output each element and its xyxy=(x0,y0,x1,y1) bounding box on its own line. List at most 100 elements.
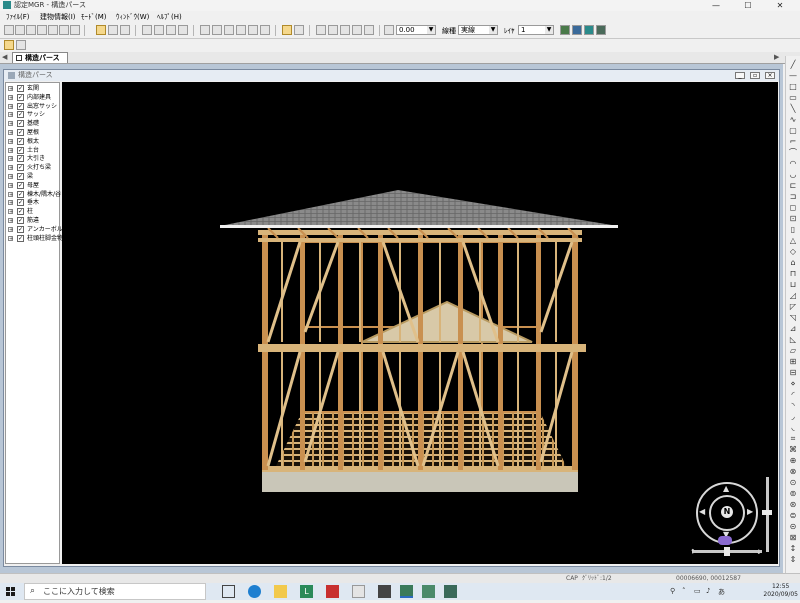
app-l-icon[interactable]: L xyxy=(300,585,313,598)
expand-icon[interactable]: + xyxy=(8,138,13,144)
zoom-out-icon[interactable] xyxy=(328,25,338,35)
ortho-icon[interactable] xyxy=(224,25,234,35)
draw-tool-icon[interactable]: □ xyxy=(788,82,798,92)
draw-tool-icon[interactable]: ⊓ xyxy=(788,269,798,279)
draw-tool-icon[interactable]: ⊏ xyxy=(788,181,798,191)
draw-tool-icon[interactable]: ⊙ xyxy=(788,478,798,488)
expand-icon[interactable]: + xyxy=(8,174,13,180)
draw-tool-icon[interactable]: ◟ xyxy=(788,423,798,433)
layer-checkbox[interactable]: ✓ xyxy=(17,155,24,163)
open-file-icon[interactable] xyxy=(15,25,25,35)
new-file-icon[interactable] xyxy=(4,25,14,35)
expand-icon[interactable]: + xyxy=(8,147,13,153)
line-icon[interactable] xyxy=(236,25,246,35)
display-icon[interactable] xyxy=(294,25,304,35)
draw-tool-icon[interactable]: ◜ xyxy=(788,390,798,400)
draw-tool-icon[interactable]: ⊿ xyxy=(788,324,798,334)
layer-checkbox[interactable]: ✓ xyxy=(17,164,24,172)
draw-tool-icon[interactable]: ◠ xyxy=(788,159,798,169)
layer-checkbox[interactable]: ✓ xyxy=(17,120,24,128)
expand-icon[interactable]: + xyxy=(8,165,13,171)
expand-icon[interactable]: + xyxy=(8,130,13,136)
arrow-icon[interactable] xyxy=(260,25,270,35)
app-active-icon[interactable] xyxy=(400,585,413,598)
layer-checkbox[interactable]: ✓ xyxy=(17,129,24,136)
draw-tool-icon[interactable]: ⌒ xyxy=(788,148,798,158)
expand-icon[interactable]: + xyxy=(8,235,13,241)
mdi-close-button[interactable]: × xyxy=(765,72,775,79)
windows-start-icon[interactable] xyxy=(2,583,20,600)
draw-tool-icon[interactable]: ∿ xyxy=(788,115,798,125)
draw-tool-icon[interactable]: ╱ xyxy=(788,60,798,70)
draw-tool-icon[interactable]: ⌐ xyxy=(788,137,798,147)
expand-icon[interactable]: + xyxy=(8,94,13,100)
draw-tool-icon[interactable]: ◡ xyxy=(788,170,798,180)
layer-checkbox[interactable]: ✓ xyxy=(17,146,24,154)
task-view-icon[interactable] xyxy=(222,585,235,598)
pick-tool-icon[interactable] xyxy=(120,25,130,35)
draw-tool-icon[interactable]: — xyxy=(788,71,798,81)
menu-file[interactable]: ﾌｧｲﾙ(F) xyxy=(6,11,30,23)
menu-help[interactable]: ﾍﾙﾌﾟ(H) xyxy=(157,11,182,23)
draw-tool-icon[interactable]: ╲ xyxy=(788,104,798,114)
app-green2-icon[interactable] xyxy=(444,585,457,598)
expand-icon[interactable]: + xyxy=(8,209,13,215)
scale-icon[interactable] xyxy=(178,25,188,35)
draw-tool-icon[interactable]: ▯ xyxy=(788,225,798,235)
color-teal-icon[interactable] xyxy=(584,25,594,35)
expand-icon[interactable]: + xyxy=(8,191,13,197)
pan-right-icon[interactable]: ▶ xyxy=(747,507,753,516)
print-icon[interactable] xyxy=(37,25,47,35)
draw-tool-icon[interactable]: ◸ xyxy=(788,302,798,312)
draw-tool-icon[interactable]: ⊗ xyxy=(788,467,798,477)
send-icon[interactable] xyxy=(70,25,80,35)
draw-tool-icon[interactable]: ◿ xyxy=(788,291,798,301)
mail-icon[interactable] xyxy=(352,585,365,598)
color-dark-icon[interactable] xyxy=(596,25,606,35)
save-icon[interactable] xyxy=(26,25,36,35)
tab-scroll-left-icon[interactable]: ◀ xyxy=(2,53,7,61)
draw-tool-icon[interactable]: ◞ xyxy=(788,412,798,422)
expand-icon[interactable]: + xyxy=(8,218,13,224)
minimize-button[interactable]: — xyxy=(704,0,728,11)
angle-select[interactable]: 0.00 ▼ xyxy=(396,25,436,35)
step-up-icon[interactable]: ⇡ xyxy=(690,548,696,556)
layer-checkbox[interactable]: ✓ xyxy=(17,111,24,119)
draw-tool-icon[interactable]: ⊝ xyxy=(788,522,798,532)
horizontal-slider-thumb[interactable] xyxy=(724,547,730,556)
layer-checkbox[interactable]: ✓ xyxy=(17,102,24,110)
maximize-button[interactable]: ☐ xyxy=(736,0,760,11)
house-view-icon[interactable] xyxy=(4,40,14,50)
layer-checkbox[interactable]: ✓ xyxy=(17,181,24,189)
ime-icon[interactable]: あ xyxy=(718,587,725,597)
layer-checkbox[interactable]: ✓ xyxy=(17,173,24,180)
expand-icon[interactable]: + xyxy=(8,112,13,118)
zoom-all-icon[interactable] xyxy=(352,25,362,35)
tray-user-icon[interactable]: ⚲ xyxy=(670,587,675,595)
clock[interactable]: 12:55 2020/09/05 xyxy=(763,583,798,599)
layer-grid-icon[interactable] xyxy=(282,25,292,35)
close-button[interactable]: ✕ xyxy=(768,0,792,11)
mirror-icon[interactable] xyxy=(166,25,176,35)
color-green-icon[interactable] xyxy=(560,25,570,35)
zoom-in-icon[interactable] xyxy=(316,25,326,35)
expand-icon[interactable]: + xyxy=(8,103,13,109)
zoom-window-icon[interactable] xyxy=(340,25,350,35)
snap-icon[interactable] xyxy=(212,25,222,35)
draw-tool-icon[interactable]: ⊚ xyxy=(788,489,798,499)
step-down-icon[interactable]: ⇣ xyxy=(756,548,762,556)
draw-tool-icon[interactable]: ⇕ xyxy=(788,555,798,565)
draw-tool-icon[interactable]: ⊜ xyxy=(788,511,798,521)
pan-icon[interactable] xyxy=(364,25,374,35)
structure-view-icon[interactable] xyxy=(16,40,26,50)
tray-chevron-icon[interactable]: ˄ xyxy=(682,587,686,595)
draw-tool-icon[interactable]: ⌂ xyxy=(788,258,798,268)
layer-checkbox[interactable]: ✓ xyxy=(17,208,24,216)
network-icon[interactable]: ▭ xyxy=(694,587,701,595)
perspective-viewport[interactable]: N ▲ ▼ ◀ ▶ ⇡ ⇣ xyxy=(62,82,778,564)
volume-icon[interactable]: ♪ xyxy=(706,587,710,595)
rotate-icon[interactable] xyxy=(154,25,164,35)
expand-icon[interactable]: + xyxy=(8,121,13,127)
move-icon[interactable] xyxy=(142,25,152,35)
draw-tool-icon[interactable]: ↕ xyxy=(788,544,798,554)
